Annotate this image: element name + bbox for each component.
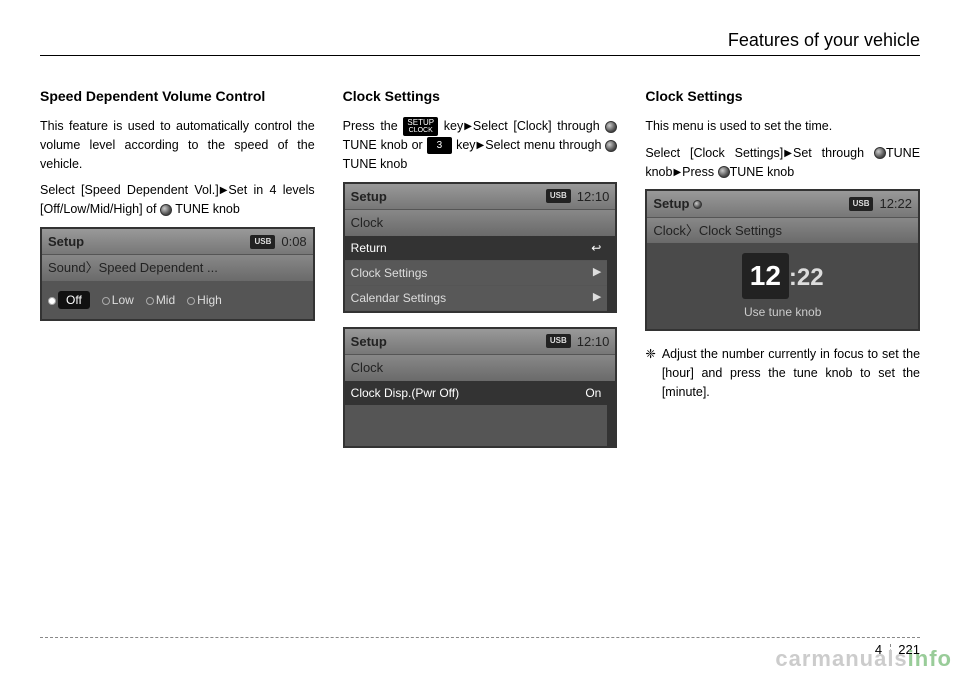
- menu-row-calendar-settings: Calendar Settings ▶: [345, 286, 608, 311]
- scrollbar: [607, 236, 615, 311]
- screen-title: Setup: [653, 194, 702, 214]
- text-fragment: Set through: [793, 146, 874, 160]
- para-clock-desc: This menu is used to set the time.: [645, 117, 920, 136]
- usb-badge: USB: [849, 197, 874, 211]
- chevron-right-icon: ▶: [593, 264, 601, 281]
- para-speed-steps: Select [Speed Dependent Vol.]▶Set in 4 l…: [40, 181, 315, 219]
- note-symbol: ❈: [645, 345, 655, 401]
- tune-knob-icon: [605, 121, 617, 133]
- option-low: Low: [112, 293, 134, 307]
- para-clock-steps: Press the SETUPCLOCK key▶Select [Clock] …: [343, 117, 618, 174]
- screen-time: 12:10: [577, 332, 610, 352]
- screen-header: Setup USB 12:10: [345, 329, 616, 355]
- screen-time: 0:08: [281, 232, 306, 252]
- arrow-icon: ▶: [477, 138, 485, 153]
- screen-speed-dependent: Setup USB 0:08 Sound〉Speed Dependent ...…: [40, 227, 315, 321]
- clock-hint: Use tune knob: [647, 303, 918, 329]
- clock-hour: 12: [742, 253, 789, 299]
- content-columns: Speed Dependent Volume Control This feat…: [40, 86, 920, 462]
- page-header: Features of your vehicle: [40, 30, 920, 56]
- screen-subtitle: Clock: [345, 354, 616, 381]
- arrow-icon: ▶: [464, 119, 472, 134]
- text-fragment: Press: [682, 165, 717, 179]
- tune-knob-icon: [718, 166, 730, 178]
- arrow-icon: ▶: [784, 146, 792, 161]
- menu-value: On: [585, 384, 601, 402]
- watermark-part1: carmanuals: [775, 646, 907, 671]
- tune-knob-icon: [874, 147, 886, 159]
- watermark-part2: info: [908, 646, 952, 671]
- watermark: carmanualsinfo: [775, 646, 952, 672]
- text-fragment: TUNE knob: [730, 165, 795, 179]
- heading-clock-settings-1: Clock Settings: [343, 86, 618, 107]
- footer-divider: [40, 637, 920, 638]
- menu-row-clock-disp: Clock Disp.(Pwr Off) On: [345, 381, 608, 406]
- text-fragment: key: [456, 138, 475, 152]
- menu-label: Clock Disp.(Pwr Off): [351, 384, 459, 402]
- arrow-icon: ▶: [220, 183, 228, 198]
- column-2: Clock Settings Press the SETUPCLOCK key▶…: [343, 86, 618, 462]
- menu-row-return: Return ↩: [345, 236, 608, 261]
- radio-selected-icon: [48, 297, 56, 305]
- screen-title: Setup: [48, 232, 84, 252]
- chevron-right-icon: ▶: [593, 289, 601, 306]
- screen-header: Setup USB 12:10: [345, 184, 616, 210]
- phone-icon: [693, 200, 702, 209]
- text-fragment: Select menu through: [485, 138, 605, 152]
- radio-icon: [146, 297, 154, 305]
- radio-icon: [187, 297, 195, 305]
- text-fragment: TUNE knob: [175, 202, 240, 216]
- usb-badge: USB: [546, 334, 571, 348]
- usb-badge: USB: [250, 235, 275, 249]
- tune-knob-icon: [605, 140, 617, 152]
- option-high: High: [197, 293, 222, 307]
- setup-key-icon: SETUPCLOCK: [403, 117, 438, 136]
- return-icon: ↩: [591, 239, 601, 257]
- screen-title: Setup: [351, 187, 387, 207]
- option-off: Off: [58, 291, 90, 309]
- text-fragment: Select [Clock] through: [473, 119, 605, 133]
- screen-time: 12:10: [577, 187, 610, 207]
- screen-breadcrumb: Sound〉Speed Dependent ...: [42, 254, 313, 281]
- clock-minute: :22: [789, 264, 824, 291]
- text-fragment: TUNE knob: [343, 157, 408, 171]
- screen-header: Setup USB 12:22: [647, 191, 918, 217]
- screen-clock-menu: Setup USB 12:10 Clock Return ↩ Clock: [343, 182, 618, 313]
- column-1: Speed Dependent Volume Control This feat…: [40, 86, 315, 462]
- para-speed-desc: This feature is used to automatically co…: [40, 117, 315, 173]
- menu-row-clock-settings: Clock Settings ▶: [345, 261, 608, 286]
- heading-clock-settings-2: Clock Settings: [645, 86, 920, 107]
- para-clock-set-steps: Select [Clock Settings]▶Set through TUNE…: [645, 144, 920, 182]
- screen-clock-set-time: Setup USB 12:22 Clock〉Clock Settings 12:…: [645, 189, 920, 331]
- note-adjust: ❈ Adjust the number currently in focus t…: [645, 345, 920, 401]
- screen-title: Setup: [351, 332, 387, 352]
- text-fragment: Press the: [343, 119, 404, 133]
- arrow-icon: ▶: [673, 165, 681, 180]
- screen-breadcrumb: Clock〉Clock Settings: [647, 217, 918, 244]
- menu-label: Clock Settings: [351, 264, 428, 282]
- options-row: Off Low Mid High: [42, 281, 313, 319]
- clock-display: 12:22: [647, 243, 918, 303]
- scrollbar: [607, 381, 615, 446]
- menu-label: Return: [351, 239, 387, 257]
- text-fragment: Select [Clock Settings]: [645, 146, 783, 160]
- note-text: Adjust the number currently in focus to …: [662, 345, 920, 401]
- usb-badge: USB: [546, 189, 571, 203]
- column-3: Clock Settings This menu is used to set …: [645, 86, 920, 462]
- chapter-title: Features of your vehicle: [728, 30, 920, 50]
- screen-time: 12:22: [879, 194, 912, 214]
- text-fragment: TUNE knob or: [343, 138, 427, 152]
- heading-speed-volume: Speed Dependent Volume Control: [40, 86, 315, 107]
- screen-header: Setup USB 0:08: [42, 229, 313, 255]
- number-key-icon: 3: [427, 137, 453, 154]
- text-fragment: Select [Speed Dependent Vol.]: [40, 183, 219, 197]
- menu-label: Calendar Settings: [351, 289, 446, 307]
- option-mid: Mid: [156, 293, 175, 307]
- screen-clock-disp: Setup USB 12:10 Clock Clock Disp.(Pwr Of…: [343, 327, 618, 448]
- tune-knob-icon: [160, 204, 172, 216]
- text-fragment: key: [444, 119, 463, 133]
- radio-icon: [102, 297, 110, 305]
- screen-subtitle: Clock: [345, 209, 616, 236]
